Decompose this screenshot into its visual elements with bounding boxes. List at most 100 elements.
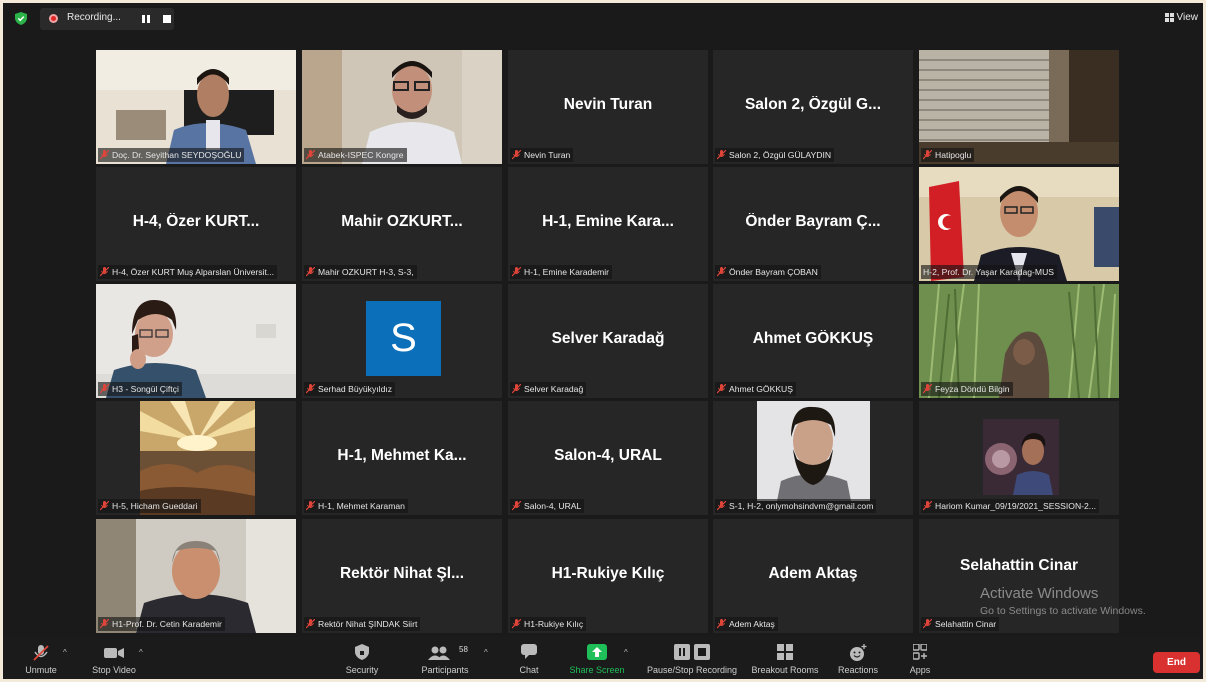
participant-name: Mahir OZKURT... <box>341 213 463 230</box>
muted-mic-icon <box>512 619 521 629</box>
muted-mic-icon <box>33 645 49 661</box>
pause-stop-recording-label: Pause/Stop Recording <box>646 665 738 675</box>
participant-tile[interactable]: Ahmet GÖKKUŞ Ahmet GÖKKUŞ <box>713 284 913 398</box>
reactions-button[interactable]: Reactions <box>835 637 881 679</box>
pause-recording-icon[interactable] <box>142 15 151 23</box>
participant-name-label: Hariom Kumar_09/19/2021_SESSION-2... <box>921 499 1099 513</box>
active-speaker-tile[interactable]: H-2, Prof. Dr. Yaşar Karadag-MUS <box>919 167 1119 281</box>
participant-name: Salon-4, URAL <box>554 447 662 464</box>
video-options-chevron-icon[interactable]: ^ <box>139 648 143 657</box>
participant-tile[interactable]: Atabek-ISPEC Kongre <box>302 50 502 164</box>
participant-name: Selver Karadağ <box>551 330 665 347</box>
muted-mic-icon <box>512 267 521 277</box>
participant-tile[interactable]: H-1, Mehmet Ka... H-1, Mehmet Karaman <box>302 401 502 515</box>
view-button[interactable]: View <box>1164 12 1198 23</box>
apps-button[interactable]: Apps <box>905 637 935 679</box>
shield-icon[interactable] <box>15 12 27 25</box>
participant-video <box>983 419 1059 495</box>
participant-tile[interactable]: H3 - Songül Çiftçi <box>96 284 296 398</box>
muted-mic-icon <box>100 384 109 394</box>
participant-video <box>96 284 296 398</box>
end-meeting-button[interactable]: End <box>1153 652 1200 673</box>
participant-tile[interactable]: H-1, Emine Kara... H-1, Emine Karademir <box>508 167 708 281</box>
participant-name-label: Feyza Döndü Bilgin <box>921 382 1013 396</box>
participant-tile[interactable]: S Serhad Büyükyıldız <box>302 284 502 398</box>
participant-video <box>919 167 1119 281</box>
participant-tile[interactable]: Adem Aktaş Adem Aktaş <box>713 519 913 633</box>
participant-tile[interactable]: Doç. Dr. Seyithan SEYDOŞOĞLU <box>96 50 296 164</box>
participant-name-label: Ahmet GÖKKUŞ <box>715 382 796 396</box>
share-options-chevron-icon[interactable]: ^ <box>624 648 628 657</box>
participant-video <box>96 519 296 633</box>
unmute-button[interactable]: Unmute <box>17 637 65 679</box>
participant-name-label: H1-Prof. Dr. Cetin Karademir <box>98 617 225 631</box>
participant-tile[interactable]: H1-Prof. Dr. Cetin Karademir <box>96 519 296 633</box>
share-screen-label: Share Screen <box>569 665 625 675</box>
participant-name-label: H-5, Hicham Gueddari <box>98 499 201 513</box>
muted-mic-icon <box>512 501 521 511</box>
participant-tile[interactable]: S-1, H-2, onlymohsindvm@gmail.com <box>713 401 913 515</box>
participant-tile[interactable]: Feyza Döndü Bilgin <box>919 284 1119 398</box>
share-screen-button[interactable]: Share Screen <box>565 637 629 679</box>
muted-mic-icon <box>717 501 726 511</box>
muted-mic-icon <box>923 150 932 160</box>
pause-stop-recording-icon <box>674 644 710 660</box>
participant-tile[interactable]: H-5, Hicham Gueddari <box>96 401 296 515</box>
participant-tile[interactable]: Selver Karadağ Selver Karadağ <box>508 284 708 398</box>
participant-video <box>919 50 1119 164</box>
participant-tile[interactable]: Nevin Turan Nevin Turan <box>508 50 708 164</box>
participant-tile[interactable]: H1-Rukiye Kılıç H1-Rukiye Kılıç <box>508 519 708 633</box>
participant-name-label: H-1, Emine Karademir <box>510 265 613 279</box>
participant-name-label: Doç. Dr. Seyithan SEYDOŞOĞLU <box>98 148 245 162</box>
stop-recording-icon[interactable] <box>163 15 171 23</box>
muted-mic-icon <box>306 267 315 277</box>
muted-mic-icon <box>717 384 726 394</box>
stop-video-button[interactable]: Stop Video <box>86 637 142 679</box>
zoom-meeting-window: Recording... View Doç. Dr. Seyithan SEYD… <box>3 3 1203 679</box>
muted-mic-icon <box>923 384 932 394</box>
muted-mic-icon <box>100 150 109 160</box>
muted-mic-icon <box>306 150 315 160</box>
audio-options-chevron-icon[interactable]: ^ <box>63 648 67 657</box>
participant-name-label: Salon 2, Özgül GÜLAYDIN <box>715 148 835 162</box>
breakout-rooms-button[interactable]: Breakout Rooms <box>748 637 822 679</box>
participant-video <box>96 50 296 164</box>
security-button[interactable]: Security <box>339 637 385 679</box>
participant-name-label: Atabek-ISPEC Kongre <box>304 148 407 162</box>
participant-tile[interactable]: Hatipoglu <box>919 50 1119 164</box>
participant-name-label: Adem Aktaş <box>715 617 778 631</box>
participant-tile[interactable]: Salon 2, Özgül G... Salon 2, Özgül GÜLAY… <box>713 50 913 164</box>
participant-tile[interactable]: Önder Bayram Ç... Önder Bayram ÇOBAN <box>713 167 913 281</box>
muted-mic-icon <box>717 619 726 629</box>
apps-icon <box>913 644 927 660</box>
participant-tile[interactable]: Salon-4, URAL Salon-4, URAL <box>508 401 708 515</box>
muted-mic-icon <box>717 267 726 277</box>
video-camera-icon <box>104 648 124 658</box>
participant-tile[interactable]: Hariom Kumar_09/19/2021_SESSION-2... <box>919 401 1119 515</box>
unmute-label: Unmute <box>25 665 57 675</box>
apps-label: Apps <box>909 665 931 675</box>
participants-chevron-icon[interactable]: ^ <box>484 648 488 657</box>
participant-tile[interactable]: Mahir OZKURT... Mahir OZKURT H-3, S-3, <box>302 167 502 281</box>
participant-video <box>757 401 870 501</box>
top-bar: Recording... View <box>3 3 1203 35</box>
participant-name-label: Selver Karadağ <box>510 382 587 396</box>
activate-windows-watermark: Activate Windows Go to Settings to activ… <box>980 585 1146 617</box>
participant-name-label: H-1, Mehmet Karaman <box>304 499 408 513</box>
participant-name-label: H1-Rukiye Kılıç <box>510 617 587 631</box>
participant-name-label: H-4, Özer KURT Muş Alparslan Üniversit..… <box>98 265 278 279</box>
chat-button[interactable]: Chat <box>513 637 545 679</box>
pause-stop-recording-button[interactable]: Pause/Stop Recording <box>640 637 744 679</box>
recording-indicator[interactable]: Recording... <box>40 8 174 30</box>
participant-tile[interactable]: Rektör Nihat Şl... Rektör Nihat ŞINDAK S… <box>302 519 502 633</box>
participant-tile[interactable]: H-4, Özer KURT... H-4, Özer KURT Muş Alp… <box>96 167 296 281</box>
smiley-reaction-icon <box>850 644 867 661</box>
muted-mic-icon <box>923 501 932 511</box>
participants-button[interactable]: 58 Participants <box>413 637 477 679</box>
muted-mic-icon <box>306 501 315 511</box>
participant-name: Nevin Turan <box>563 96 653 113</box>
muted-mic-icon <box>100 501 109 511</box>
participant-name-label: Hatipoglu <box>921 148 975 162</box>
participant-name: Salon 2, Özgül G... <box>744 96 882 113</box>
muted-mic-icon <box>923 619 932 629</box>
